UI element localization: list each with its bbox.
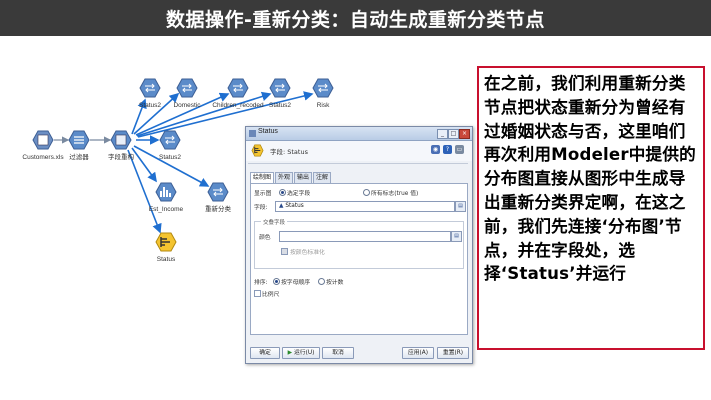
node-label: 字段重构 bbox=[108, 152, 135, 161]
normalize-label: 按颜色标准化 bbox=[290, 250, 325, 256]
proportion-label: 比例尺 bbox=[262, 292, 280, 298]
cancel-button[interactable]: 取消 bbox=[322, 347, 354, 359]
explanation-text: 在之前，我们利用重新分类节点把状态重新分为曾经有过婚姻状态与否，这里咱们再次利用… bbox=[484, 74, 696, 284]
overlay-group-title: 交叠字段 bbox=[261, 218, 288, 226]
node-label: Customers.xls bbox=[22, 154, 64, 161]
node-label: Domestic bbox=[173, 102, 201, 109]
node-filter[interactable]: 过滤器 bbox=[68, 130, 90, 161]
node-label: 重新分类 bbox=[205, 204, 232, 213]
selected-field-label: 选定字段 bbox=[287, 191, 311, 197]
sort-count-radio[interactable] bbox=[318, 278, 325, 285]
distribution-dialog[interactable]: Status _ □ × 字段: Status ◉ ? ▭ 绘制图 外观 输出 … bbox=[245, 126, 473, 364]
node-customers[interactable]: Customers.xls bbox=[22, 130, 64, 161]
node-new-reclassify[interactable]: 重新分类 bbox=[205, 182, 232, 213]
slide-header: 数据操作-重新分类：自动生成重新分类节点 bbox=[0, 0, 711, 36]
node-label: Risk bbox=[317, 102, 330, 109]
excel-source-icon bbox=[37, 134, 49, 146]
proportion-checkbox[interactable] bbox=[254, 290, 261, 297]
type-node-icon bbox=[115, 134, 127, 146]
distribution-icon bbox=[251, 144, 264, 157]
help-icon[interactable]: ? bbox=[443, 145, 452, 154]
sort-count-label: 按计数 bbox=[326, 280, 344, 286]
node-status2-mid[interactable]: Status2 bbox=[269, 78, 291, 109]
explanation-callout: 在之前，我们利用重新分类节点把状态重新分为曾经有过婚姻状态与否，这里咱们再次利用… bbox=[477, 66, 705, 350]
slide-title: 数据操作-重新分类：自动生成重新分类节点 bbox=[166, 9, 545, 31]
reset-button[interactable]: 重置(R) bbox=[437, 347, 469, 359]
node-label: Status2 bbox=[269, 102, 291, 109]
sort-alpha-radio[interactable] bbox=[273, 278, 280, 285]
node-status-distribution[interactable]: Status bbox=[155, 232, 177, 263]
color-label: 颜色 bbox=[259, 235, 271, 241]
ok-button[interactable]: 确定 bbox=[250, 347, 280, 359]
field-type-icon: ▲ bbox=[279, 203, 284, 209]
normalize-checkbox[interactable] bbox=[281, 248, 288, 255]
close-button[interactable]: × bbox=[459, 129, 470, 139]
node-label: Status2 bbox=[139, 102, 161, 109]
node-status2-right[interactable]: Status2 bbox=[159, 130, 181, 161]
minimize-button[interactable]: _ bbox=[437, 129, 448, 139]
divider bbox=[248, 163, 468, 164]
node-status2-top[interactable]: Status2 bbox=[139, 78, 161, 109]
plot-tab-panel: 显示图 选定字段 所有标志(true 值) 字段: ▲ Status ▤ 交叠字… bbox=[250, 183, 468, 335]
node-label: Children_recoded bbox=[212, 102, 264, 109]
dialog-tabs: 绘制图 外观 输出 注解 bbox=[250, 172, 332, 183]
node-type[interactable]: 字段重构 bbox=[108, 130, 135, 161]
node-label: Status2 bbox=[159, 154, 181, 161]
dialog-titlebar[interactable]: Status _ □ × bbox=[246, 127, 472, 141]
node-label: 过滤器 bbox=[69, 152, 89, 161]
field-select[interactable]: ▲ Status bbox=[275, 201, 455, 212]
color-picker-button[interactable]: ▤ bbox=[451, 231, 462, 242]
dialog-node-header: 字段: Status ◉ ? ▭ bbox=[246, 141, 472, 161]
node-est-income[interactable]: Est_Income bbox=[149, 182, 184, 213]
tab-annotations[interactable]: 注解 bbox=[313, 172, 332, 183]
field-picker-button[interactable]: ▤ bbox=[455, 201, 466, 212]
node-label: Status bbox=[157, 256, 176, 263]
field-label: 字段: bbox=[254, 205, 268, 211]
preview-icon[interactable]: ◉ bbox=[431, 145, 440, 154]
all-flags-label: 所有标志(true 值) bbox=[371, 191, 419, 197]
collapse-icon[interactable]: ▭ bbox=[455, 145, 464, 154]
dialog-footer: 确定 ▶ 运行(U) 取消 应用(A) 重置(R) bbox=[246, 341, 472, 363]
overlay-group: 交叠字段 颜色 ▤ 按颜色标准化 bbox=[254, 218, 464, 269]
node-risk[interactable]: Risk bbox=[312, 78, 334, 109]
run-button[interactable]: ▶ 运行(U) bbox=[282, 347, 320, 359]
field-select-value: Status bbox=[285, 203, 304, 209]
window-icon bbox=[249, 130, 256, 137]
tab-plot[interactable]: 绘制图 bbox=[250, 172, 275, 183]
node-label: Est_Income bbox=[149, 206, 184, 213]
tab-output[interactable]: 输出 bbox=[294, 172, 313, 183]
maximize-button[interactable]: □ bbox=[448, 129, 459, 139]
run-button-label: 运行(U) bbox=[293, 350, 315, 356]
show-label: 显示图 bbox=[254, 191, 272, 197]
sort-alpha-label: 按字母顺序 bbox=[281, 280, 310, 286]
node-children-recoded[interactable]: Children_recoded bbox=[212, 78, 264, 109]
run-icon: ▶ bbox=[287, 350, 293, 356]
dialog-title: Status bbox=[258, 128, 278, 135]
field-caption: 字段: Status bbox=[270, 148, 308, 156]
color-field-select[interactable] bbox=[279, 231, 451, 242]
sort-label: 排序: bbox=[254, 280, 268, 286]
selected-field-radio[interactable] bbox=[279, 189, 286, 196]
apply-button[interactable]: 应用(A) bbox=[402, 347, 434, 359]
tab-appearance[interactable]: 外观 bbox=[275, 172, 294, 183]
all-flags-radio[interactable] bbox=[363, 189, 370, 196]
